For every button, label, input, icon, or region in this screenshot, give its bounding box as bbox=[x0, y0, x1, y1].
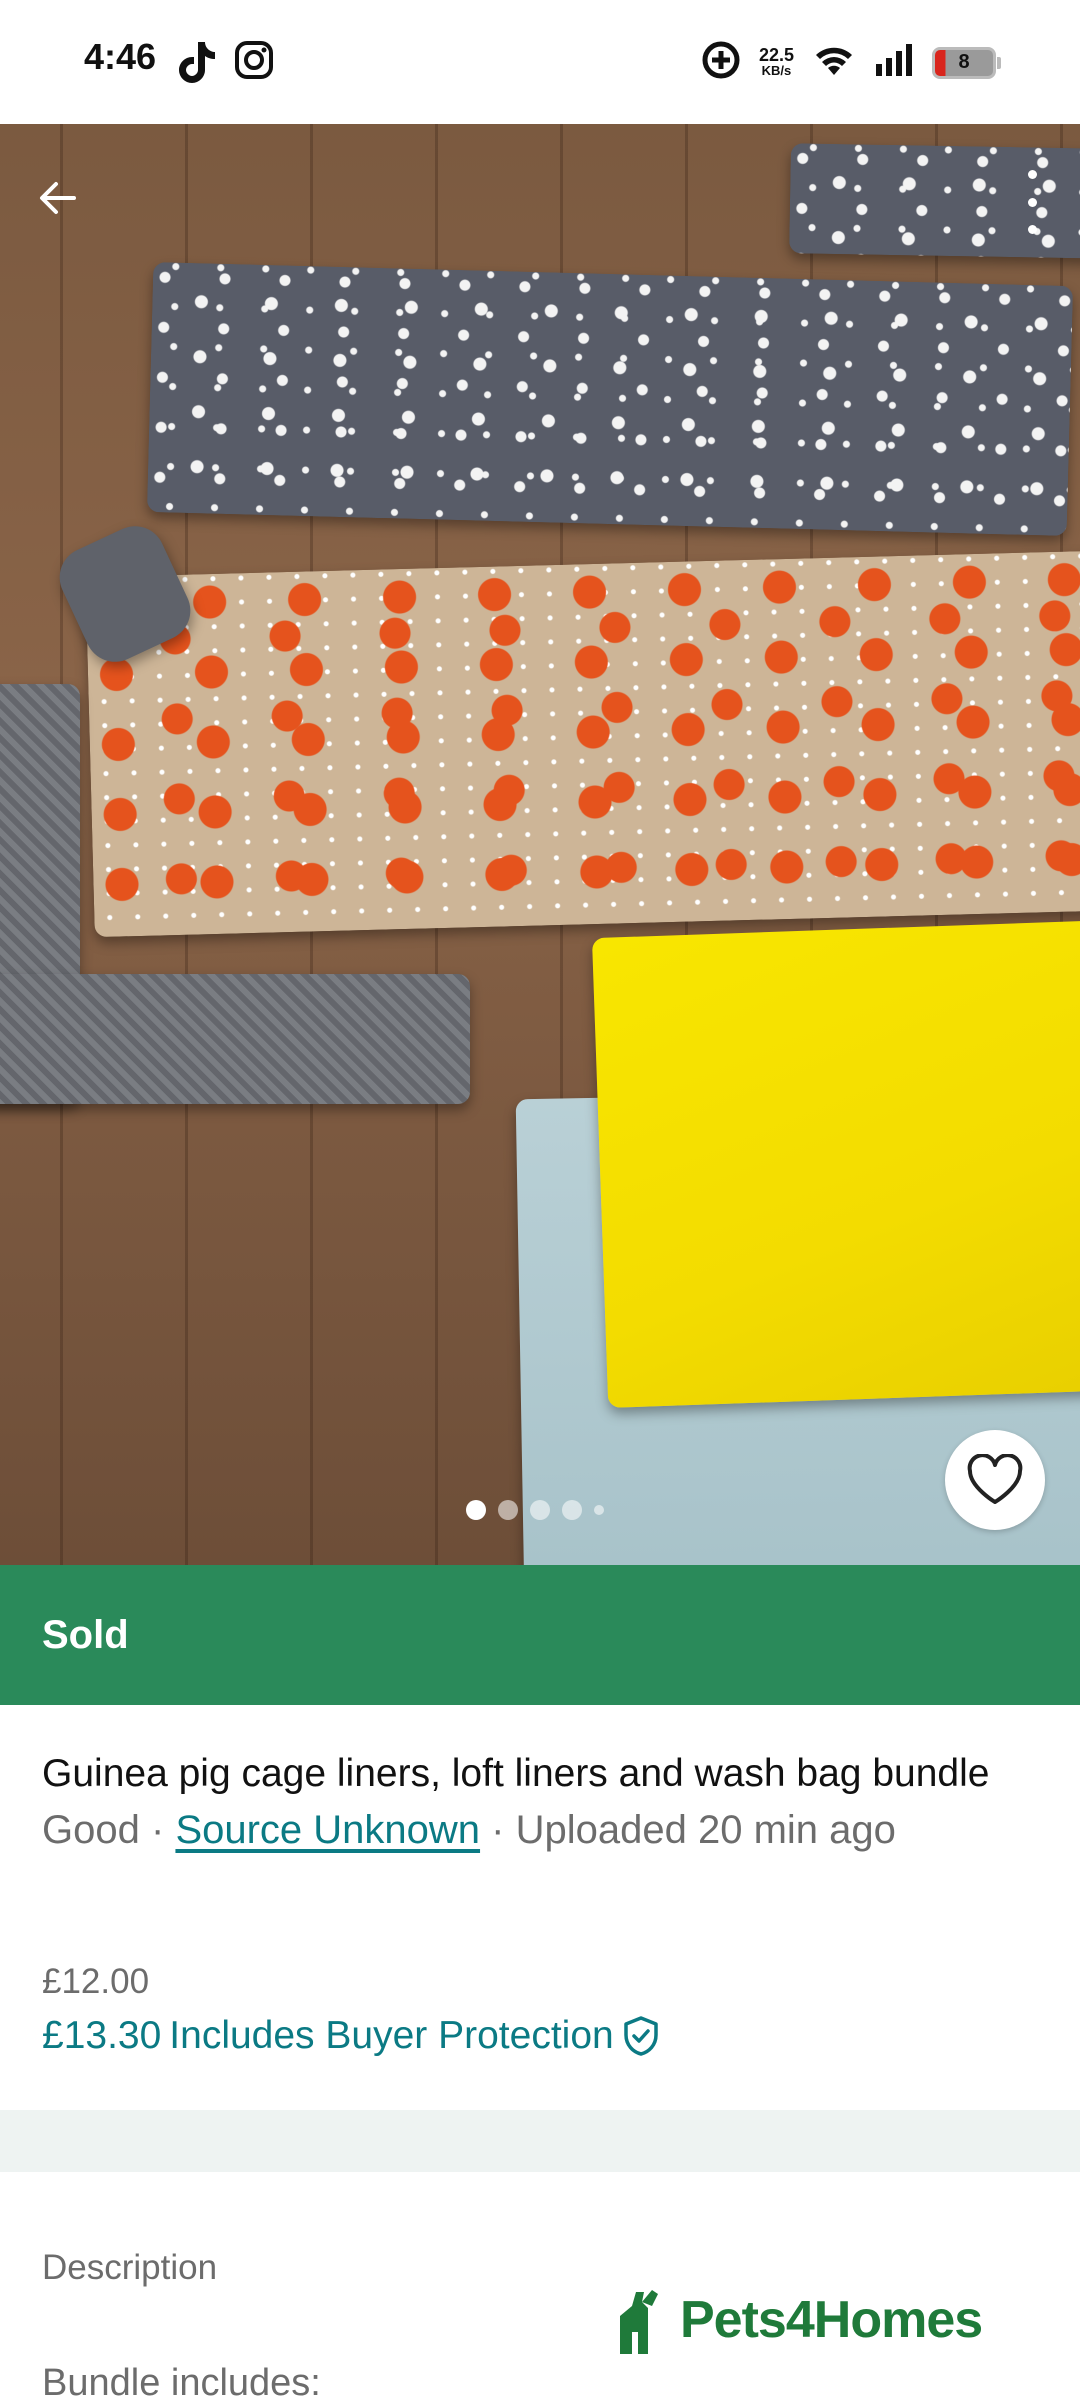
photo-grey-liner-horizontal bbox=[0, 974, 470, 1104]
wifi-icon bbox=[812, 43, 856, 82]
sold-banner: Sold bbox=[0, 1565, 1080, 1705]
back-button[interactable] bbox=[30, 170, 86, 226]
more-options-button[interactable] bbox=[1020, 170, 1044, 234]
carousel-dot[interactable] bbox=[530, 1500, 550, 1520]
data-saver-icon bbox=[701, 40, 741, 85]
listing-title: Guinea pig cage liners, loft liners and … bbox=[42, 1752, 990, 1795]
price-total: £13.30 bbox=[42, 2014, 162, 2057]
carousel-dot[interactable] bbox=[498, 1500, 518, 1520]
listing-photo[interactable] bbox=[0, 124, 1080, 1565]
battery-level: 8 bbox=[958, 51, 970, 73]
arrow-left-icon bbox=[40, 182, 76, 214]
tiktok-icon bbox=[176, 40, 216, 89]
photo-star-blanket bbox=[146, 262, 1074, 536]
net-speed-value: 22.5 bbox=[758, 44, 794, 65]
source-link[interactable]: Source Unknown bbox=[175, 1808, 480, 1852]
carousel-dot[interactable] bbox=[594, 1505, 604, 1515]
price-original: £12.00 bbox=[42, 1962, 150, 2001]
more-vertical-icon bbox=[1027, 170, 1037, 179]
shield-check-icon bbox=[623, 2016, 658, 2056]
listing-details: Guinea pig cage liners, loft liners and … bbox=[42, 1745, 1042, 1853]
net-speed: 22.5 KB/s bbox=[758, 44, 794, 79]
photo-fox-blanket bbox=[85, 550, 1080, 938]
carousel-dot[interactable] bbox=[562, 1500, 582, 1520]
battery-icon: 8 bbox=[932, 46, 1001, 79]
carousel-indicator bbox=[466, 1500, 604, 1520]
uploaded-time: Uploaded 20 min ago bbox=[515, 1808, 896, 1852]
condition: Good bbox=[42, 1808, 140, 1852]
status-time: 4:46 bbox=[84, 36, 157, 77]
pets4homes-watermark: Pets4Homes bbox=[612, 2284, 983, 2356]
signal-icon bbox=[874, 44, 914, 81]
buyer-protection-row[interactable]: £13.30 Includes Buyer Protection bbox=[42, 2014, 660, 2058]
heart-icon bbox=[967, 1454, 1023, 1504]
meta-separator: · bbox=[150, 1808, 165, 1852]
photo-wash-bag-yellow bbox=[591, 920, 1080, 1408]
status-right: 22.5 KB/s 8 bbox=[701, 40, 1001, 85]
description-label: Description bbox=[42, 2248, 218, 2287]
sold-label: Sold bbox=[42, 1612, 129, 1657]
buyer-protection-label: Includes Buyer Protection bbox=[169, 2014, 614, 2057]
favorite-button[interactable] bbox=[945, 1430, 1045, 1530]
listing-meta: Good · Source Unknown · Uploaded 20 min … bbox=[42, 1808, 1042, 1853]
watermark-text: Pets4Homes bbox=[680, 2291, 983, 2349]
net-speed-unit: KB/s bbox=[761, 62, 792, 78]
status-bar: 4:46 22.5 KB/s 8 bbox=[0, 0, 1080, 124]
meta-separator: · bbox=[491, 1808, 505, 1852]
instagram-icon bbox=[234, 40, 274, 85]
pets4homes-logo-icon bbox=[620, 2290, 658, 2354]
description-text: Bundle includes: bbox=[42, 2362, 321, 2404]
section-divider bbox=[0, 2110, 1080, 2172]
carousel-dot[interactable] bbox=[466, 1500, 486, 1520]
